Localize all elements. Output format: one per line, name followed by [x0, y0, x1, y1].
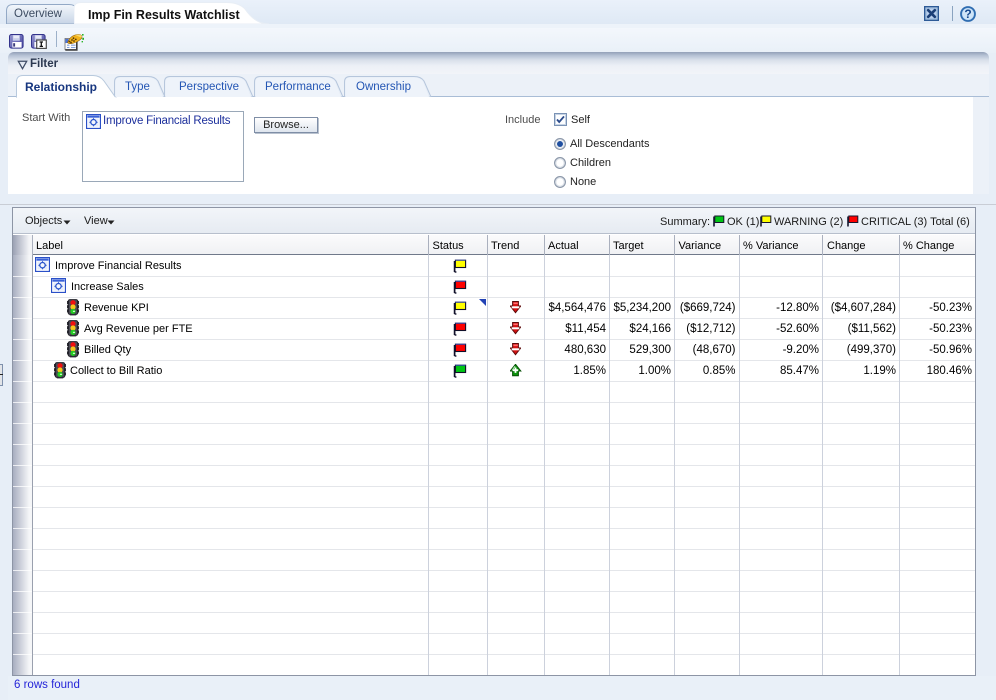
svg-text:?: ?: [964, 7, 971, 21]
